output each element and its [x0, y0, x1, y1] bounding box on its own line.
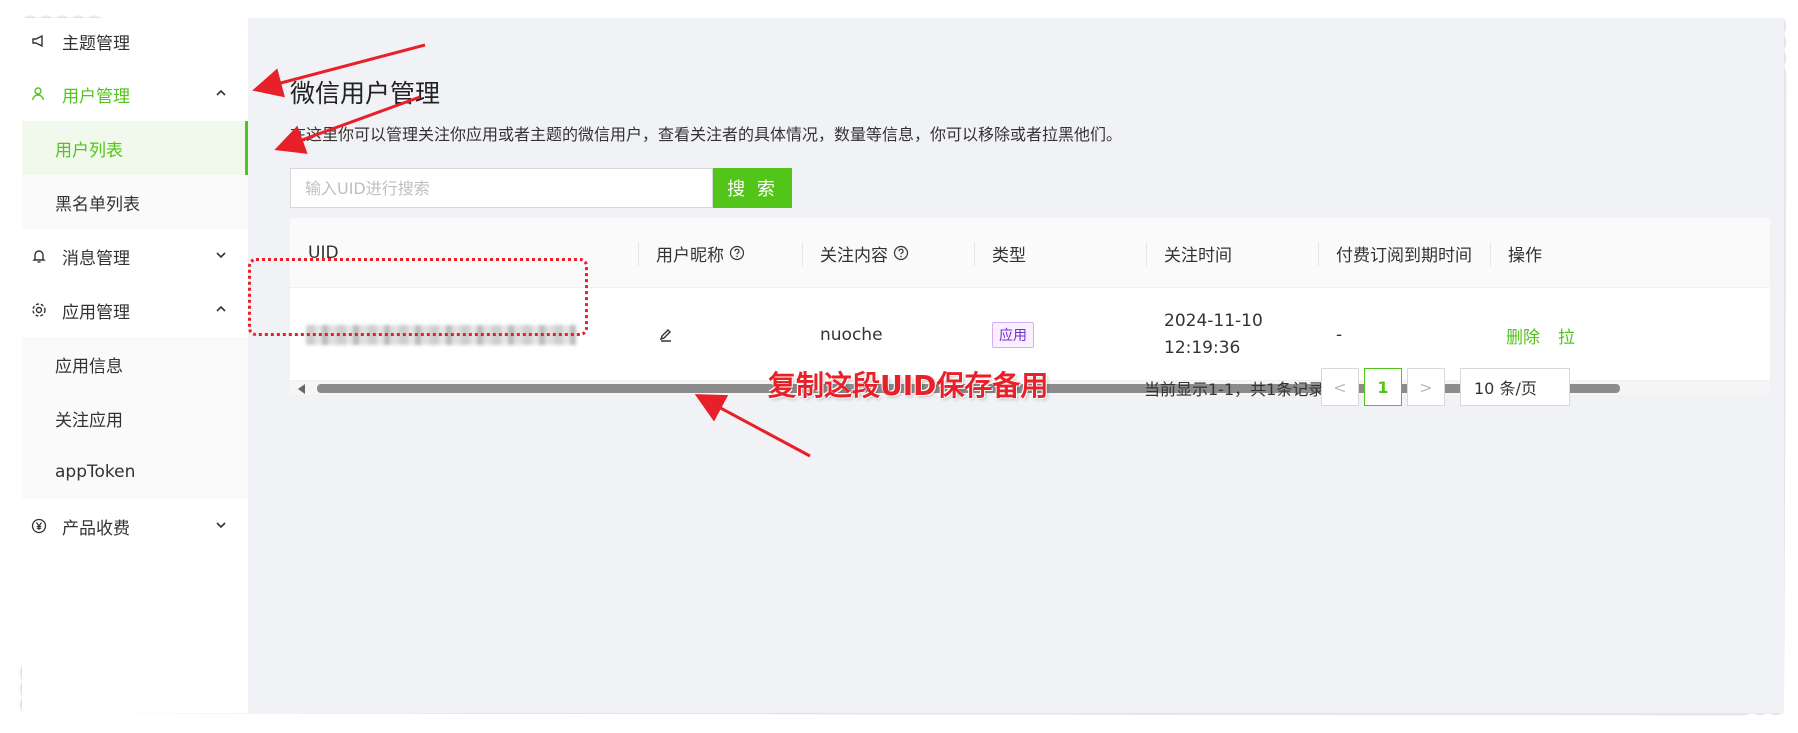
column-header-type: 类型 — [974, 218, 1026, 288]
sidebar-item-topic-management[interactable]: 主题管理 — [22, 18, 248, 68]
follow-date: 2024-11-10 — [1164, 311, 1263, 331]
type-tag: 应用 — [992, 322, 1034, 348]
user-icon — [30, 85, 48, 103]
sidebar: 主题管理 用户管理 用户列表 黑名单列表 消息管理 应用管理 应用信息 关注应用… — [22, 18, 248, 713]
page-description: 在这里你可以管理关注你应用或者主题的微信用户，查看关注者的具体情况，数量等信息，… — [290, 125, 1123, 144]
scroll-left-icon[interactable] — [298, 384, 305, 394]
search-input[interactable] — [290, 168, 713, 208]
app-window: 主题管理 用户管理 用户列表 黑名单列表 消息管理 应用管理 应用信息 关注应用… — [22, 18, 1784, 713]
help-icon[interactable] — [893, 245, 909, 261]
sidebar-item-label: appToken — [55, 462, 136, 482]
sidebar-item-label: 用户列表 — [55, 140, 123, 161]
sidebar-item-label: 黑名单列表 — [55, 194, 140, 215]
sidebar-item-message-management[interactable]: 消息管理 — [22, 229, 248, 283]
sidebar-item-app-management[interactable]: 应用管理 — [22, 283, 248, 337]
column-header-expiry: 付费订阅到期时间 — [1318, 218, 1472, 288]
chevron-up-icon — [216, 89, 226, 96]
column-header-nickname: 用户昵称 — [638, 218, 745, 288]
sidebar-item-apptoken[interactable]: appToken — [22, 445, 248, 499]
megaphone-icon — [30, 32, 48, 50]
sidebar-item-product-billing[interactable]: 产品收费 — [22, 499, 248, 553]
chevron-down-icon — [216, 522, 226, 529]
column-header-follow-time: 关注时间 — [1146, 218, 1232, 288]
sidebar-item-label: 产品收费 — [62, 518, 130, 539]
follow-time-cell: 2024-11-10 12:19:36 — [1164, 289, 1263, 381]
column-header-content: 关注内容 — [802, 218, 909, 288]
uid-highlight-box — [248, 258, 588, 336]
sidebar-item-blacklist[interactable]: 黑名单列表 — [22, 175, 248, 229]
help-icon[interactable] — [729, 245, 745, 261]
search-button[interactable]: 搜 索 — [713, 168, 792, 208]
sidebar-item-app-info[interactable]: 应用信息 — [22, 337, 248, 391]
delete-link[interactable]: 删除 — [1506, 323, 1540, 348]
annotation-text: 复制这段UID保存备用 — [768, 369, 1049, 402]
column-header-actions: 操作 — [1490, 218, 1542, 288]
block-link[interactable]: 拉 — [1558, 323, 1575, 348]
sidebar-item-label: 用户管理 — [62, 86, 130, 107]
prev-page-button[interactable]: < — [1321, 368, 1359, 406]
sidebar-item-label: 应用管理 — [62, 302, 130, 323]
sidebar-item-label: 消息管理 — [62, 248, 130, 269]
sidebar-item-user-management[interactable]: 用户管理 — [22, 67, 248, 121]
page-size-select[interactable]: 10 条/页 — [1460, 368, 1570, 406]
page-title: 微信用户管理 — [290, 79, 441, 108]
nickname-cell — [658, 289, 674, 381]
bell-icon — [30, 247, 48, 265]
edit-icon[interactable] — [658, 327, 674, 343]
yen-icon — [30, 517, 48, 535]
chevron-up-icon — [216, 305, 226, 312]
chevron-down-icon — [216, 252, 226, 259]
pagination-info: 当前显示1-1，共1条记录 — [1144, 380, 1325, 399]
sidebar-item-follow-app[interactable]: 关注应用 — [22, 391, 248, 445]
sidebar-item-user-list[interactable]: 用户列表 — [22, 121, 248, 175]
sidebar-item-label: 应用信息 — [55, 356, 123, 377]
gear-icon — [30, 301, 48, 319]
sidebar-item-label: 关注应用 — [55, 410, 123, 431]
page-1-button[interactable]: 1 — [1364, 368, 1402, 406]
follow-clock: 12:19:36 — [1164, 338, 1241, 358]
next-page-button[interactable]: > — [1407, 368, 1445, 406]
sidebar-item-label: 主题管理 — [62, 33, 130, 54]
